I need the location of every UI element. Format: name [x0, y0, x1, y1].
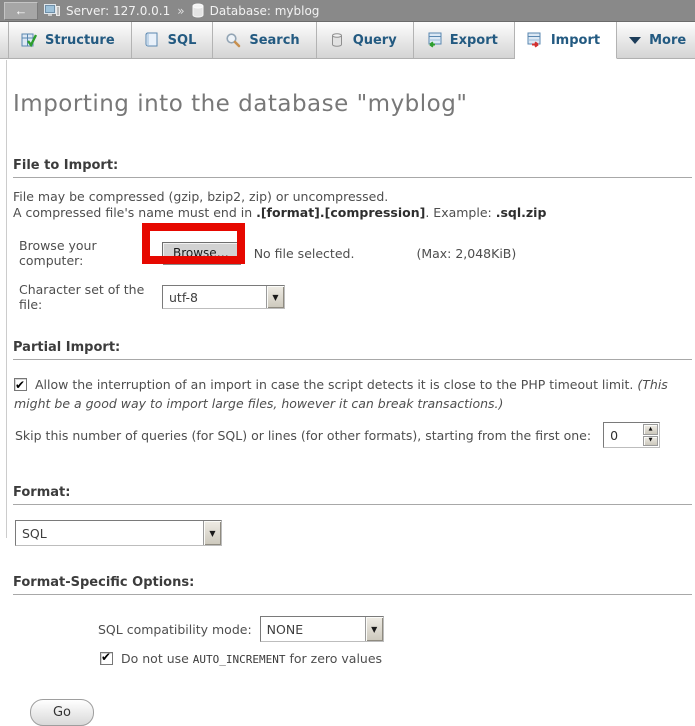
- sql-compat-label: SQL compatibility mode:: [98, 622, 252, 637]
- section-heading-partial-import: Partial Import:: [13, 340, 692, 360]
- breadcrumb-bar: ← Server: 127.0.0.1 » Database: myblog: [0, 0, 695, 22]
- tab-label: Export: [450, 33, 498, 48]
- database-icon: [192, 3, 204, 18]
- auto-increment-row: ✔ Do not use AUTO_INCREMENT for zero valu…: [13, 651, 693, 666]
- allow-interruption-checkbox[interactable]: ✔: [14, 378, 27, 391]
- max-size-text: (Max: 2,048KiB): [416, 246, 516, 261]
- query-icon: [329, 32, 345, 48]
- search-icon: [225, 32, 241, 48]
- import-icon: [527, 32, 543, 48]
- file-upload-row: Browse your computer: Browse… No file se…: [13, 238, 693, 268]
- chevron-down-icon: [629, 37, 641, 44]
- format-compression-example: .[format].[compression]: [256, 205, 425, 220]
- skip-queries-row: Skip this number of queries (for SQL) or…: [13, 422, 693, 448]
- page-title: Importing into the database "myblog": [13, 91, 693, 117]
- skip-queries-label: Skip this number of queries (for SQL) or…: [15, 428, 591, 443]
- section-heading-format-options: Format-Specific Options:: [13, 575, 692, 595]
- export-icon: [426, 32, 442, 48]
- tab-export[interactable]: Export: [414, 22, 515, 58]
- line2-mid: . Example:: [425, 205, 495, 220]
- tab-label: Search: [249, 33, 299, 48]
- sql-compat-select[interactable]: NONE ▼: [260, 616, 384, 642]
- compression-info-line2: A compressed file's name must end in .[f…: [13, 205, 693, 221]
- structure-icon: [21, 32, 37, 48]
- tab-structure[interactable]: Structure: [8, 22, 132, 58]
- breadcrumb-separator: »: [176, 4, 185, 18]
- no-file-selected-text: No file selected.: [254, 246, 355, 261]
- tab-bar: Structure SQL Search Query: [0, 22, 695, 59]
- sql-compat-row: SQL compatibility mode: NONE ▼: [13, 616, 693, 642]
- breadcrumb-server[interactable]: Server: 127.0.0.1: [66, 4, 170, 18]
- dropdown-arrow-icon[interactable]: ▼: [266, 286, 284, 308]
- spinner-down-button[interactable]: ▼: [643, 436, 658, 447]
- tab-label: Import: [551, 33, 600, 48]
- line2-prefix: A compressed file's name must end in: [13, 205, 256, 220]
- charset-row: Character set of the file: utf-8 ▼: [13, 282, 693, 312]
- charset-selected-value: utf-8: [163, 290, 266, 305]
- tab-label: More: [649, 33, 686, 48]
- breadcrumb-database[interactable]: Database: myblog: [210, 4, 320, 18]
- browse-computer-label: Browse your computer:: [19, 238, 162, 268]
- sqlzip-example: .sql.zip: [496, 205, 547, 220]
- import-page: Importing into the database "myblog" Fil…: [0, 91, 695, 726]
- format-select[interactable]: SQL ▼: [15, 520, 222, 546]
- spinner-up-button[interactable]: ▲: [643, 424, 658, 435]
- format-selected-value: SQL: [16, 526, 203, 541]
- skip-queries-input[interactable]: 0 ▲ ▼: [603, 422, 660, 448]
- content-left-border: [6, 60, 7, 538]
- compression-info-line1: File may be compressed (gzip, bzip2, zip…: [13, 189, 693, 205]
- charset-label: Character set of the file:: [19, 282, 162, 312]
- allow-interruption-text: Allow the interruption of an import in c…: [35, 377, 637, 392]
- tab-query[interactable]: Query: [317, 22, 414, 58]
- back-button[interactable]: ←: [4, 2, 38, 20]
- sql-compat-selected-value: NONE: [261, 622, 365, 637]
- tab-label: Structure: [45, 33, 115, 48]
- auto-increment-text-suffix: for zero values: [286, 651, 383, 666]
- allow-interruption-row: ✔ Allow the interruption of an import in …: [13, 375, 693, 413]
- auto-increment-text-prefix: Do not use: [121, 651, 193, 666]
- dropdown-arrow-icon[interactable]: ▼: [365, 617, 383, 641]
- tab-label: Query: [353, 33, 397, 48]
- tab-label: SQL: [168, 33, 197, 48]
- go-button[interactable]: Go: [30, 699, 94, 726]
- charset-select[interactable]: utf-8 ▼: [162, 285, 285, 309]
- browse-button[interactable]: Browse…: [162, 242, 240, 264]
- skip-queries-value: 0: [604, 423, 642, 447]
- dropdown-arrow-icon[interactable]: ▼: [203, 521, 221, 545]
- section-heading-file-to-import: File to Import:: [13, 158, 692, 178]
- section-heading-format: Format:: [13, 485, 692, 505]
- tab-import[interactable]: Import: [515, 22, 617, 59]
- sql-icon: [144, 32, 160, 48]
- check-icon: ✔: [101, 650, 111, 664]
- tab-search[interactable]: Search: [213, 22, 316, 58]
- tab-more[interactable]: More: [617, 22, 695, 58]
- tab-sql[interactable]: SQL: [132, 22, 214, 58]
- check-icon: ✔: [15, 376, 25, 395]
- auto-increment-checkbox[interactable]: ✔: [100, 652, 113, 665]
- auto-increment-code: AUTO_INCREMENT: [193, 653, 286, 666]
- server-icon: [44, 3, 60, 18]
